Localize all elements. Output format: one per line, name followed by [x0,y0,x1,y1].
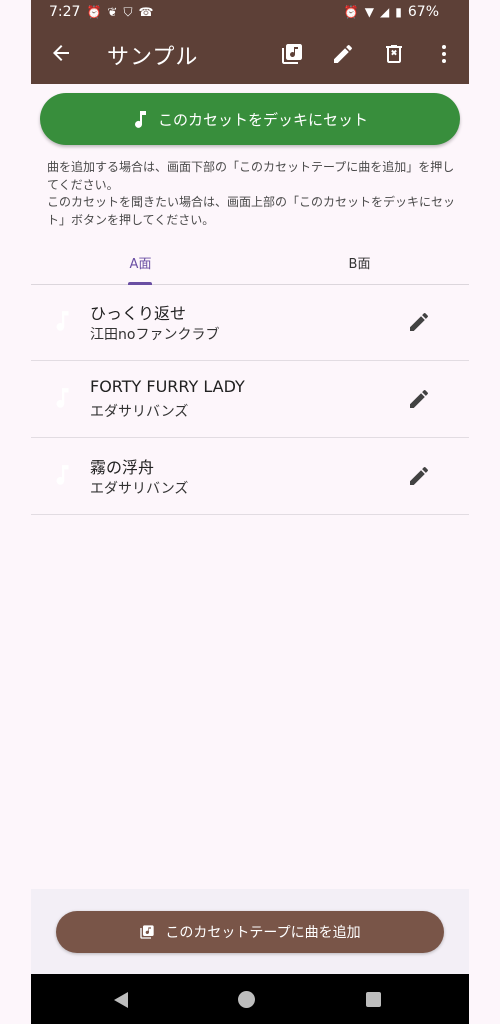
app-screen: 7:27 ⏰ ❦ ⛉ ☎ ⏰ ▼ ◢ ▮ 67% サンプル このカセットをデッキ… [31,0,469,1024]
tab-side-b-label: B面 [348,256,371,272]
battery-level: 67% [407,4,439,20]
phone-icon: ☎ [138,5,154,19]
track-list: ひっくり返せ 江田noファンクラブ FORTY FURRY LADY エダサリバ… [31,284,469,515]
help-text: 曲を追加する場合は、画面下部の「このカセットテープに曲を追加」を押してください。… [47,159,457,229]
set-cassette-button[interactable]: このカセットをデッキにセット [40,93,460,145]
track-title: 霧の浮舟 [90,458,155,477]
music-note-icon [56,388,69,408]
add-music-icon [140,925,155,939]
track-artist: エダサリバンズ [90,481,189,497]
edit-pencil-icon[interactable] [407,464,431,488]
app-bar: サンプル [31,26,469,84]
list-item[interactable]: FORTY FURRY LADY エダサリバンズ [31,361,469,438]
signal-icon: ◢ [380,5,390,19]
nav-home-icon[interactable] [238,991,255,1008]
track-artist: エダサリバンズ [90,404,189,420]
help-text-add: 曲を追加する場合は、画面下部の「このカセットテープに曲を追加」を押してください。 [47,160,455,192]
music-note-icon [56,465,69,485]
edit-pencil-icon[interactable] [331,42,355,66]
tab-side-a[interactable]: A面 [31,240,250,285]
battery-icon: ▮ [395,5,402,19]
wifi-icon: ▼ [364,5,375,19]
back-arrow-icon[interactable] [49,41,73,65]
list-item[interactable]: 霧の浮舟 エダサリバンズ [31,438,469,515]
help-text-listen: このカセットを聞きたい場合は、画面上部の「このカセットをデッキにセット」ボタンを… [47,195,456,227]
track-title: FORTY FURRY LADY [90,377,245,396]
nav-recents-icon[interactable] [366,992,381,1007]
status-bar: 7:27 ⏰ ❦ ⛉ ☎ ⏰ ▼ ◢ ▮ 67% [31,0,469,26]
set-cassette-label: このカセットをデッキにセット [157,110,368,129]
leaf-icon: ❦ [107,5,118,19]
edit-pencil-icon[interactable] [407,310,431,334]
list-item[interactable]: ひっくり返せ 江田noファンクラブ [31,284,469,361]
shield-icon: ⛉ [123,5,133,19]
system-nav-bar [31,974,469,1024]
side-tabs: A面 B面 [31,240,469,285]
music-note-icon [135,111,146,128]
more-vert-icon[interactable] [432,42,456,66]
alarm-icon: ⏰ [343,5,359,19]
status-time: 7:27 [49,4,81,20]
edit-pencil-icon[interactable] [407,387,431,411]
delete-icon[interactable] [382,42,406,66]
add-song-label: このカセットテープに曲を追加 [165,925,361,941]
track-artist: 江田noファンクラブ [90,327,220,343]
page-title: サンプル [107,45,199,70]
tab-side-a-label: A面 [129,256,152,272]
track-title: ひっくり返せ [90,304,187,323]
music-library-icon[interactable] [280,42,304,66]
bottom-bar: このカセットテープに曲を追加 [31,889,469,974]
tab-side-b[interactable]: B面 [250,240,469,284]
nav-back-icon[interactable] [113,991,129,1009]
add-song-button[interactable]: このカセットテープに曲を追加 [56,911,444,953]
alarm-icon: ⏰ [86,5,102,19]
music-note-icon [56,311,69,331]
